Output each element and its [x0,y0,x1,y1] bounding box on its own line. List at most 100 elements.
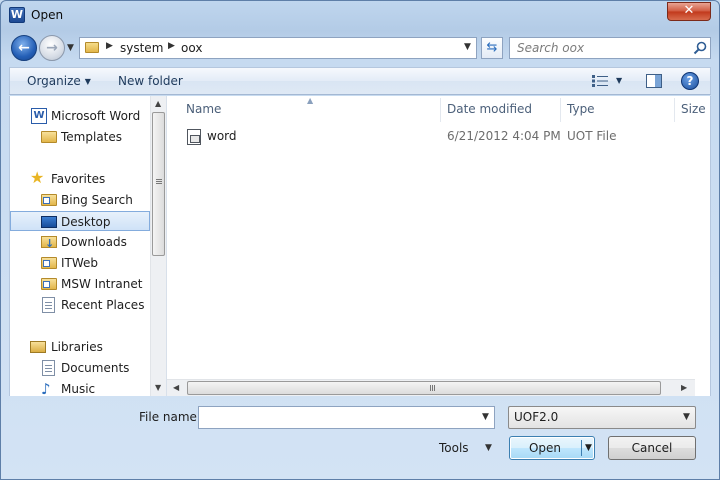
close-button[interactable]: ✕ [667,2,711,21]
breadcrumb-oox[interactable]: oox [181,41,202,55]
desktop-icon [41,216,57,228]
nav-item-label: Templates [61,130,123,144]
file-list-horizontal-scrollbar[interactable]: ◀ ▶ [167,379,695,396]
sort-ascending-icon: ▲ [307,96,314,105]
scroll-right-icon[interactable]: ▶ [681,383,687,392]
nav-pane-scrollbar[interactable]: ▲ ▼ [150,96,166,396]
file-name-label: File name: [139,410,201,424]
chevron-down-icon: ▼ [683,412,690,422]
tools-dropdown-icon[interactable]: ▼ [485,443,492,453]
nav-item-documents[interactable]: Documents [10,358,150,378]
nav-item-templates[interactable]: Templates [10,127,150,147]
nav-item-msw-intranet[interactable]: MSW Intranet [10,274,150,294]
new-folder-button[interactable]: New folder [118,74,183,88]
organize-button[interactable]: Organize ▼ [27,74,91,88]
file-type-select[interactable]: UOF2.0 ▼ [508,406,696,429]
breadcrumb-system[interactable]: system [120,41,163,55]
documents-icon [42,360,55,376]
column-header-type[interactable]: Type [567,102,595,116]
file-name-input[interactable] [199,407,475,428]
music-icon: ♪ [41,380,51,396]
file-name-combobox[interactable]: ▼ [198,406,495,429]
horizontal-scroll-thumb[interactable] [187,381,661,395]
back-arrow-icon: ← [18,40,30,56]
uot-file-icon [187,129,201,145]
nav-item-label: Downloads [61,235,127,249]
nav-item-microsoft-word[interactable]: W Microsoft Word [10,106,150,126]
nav-item-itweb[interactable]: ITWeb [10,253,150,273]
scroll-up-icon[interactable]: ▲ [155,99,161,108]
file-name-dropdown-icon[interactable]: ▼ [482,412,489,422]
nav-item-downloads[interactable]: Downloads [10,232,150,254]
column-divider[interactable] [560,98,561,122]
star-icon: ★ [30,168,45,187]
folder-icon [85,42,99,53]
nav-item-favorites[interactable]: ★ Favorites [10,169,150,189]
file-type: UOT File [567,129,617,143]
nav-scroll-thumb[interactable] [152,112,165,256]
search-box[interactable] [509,37,711,59]
link-icon [41,278,57,290]
window-title: Open [31,8,64,22]
nav-item-music[interactable]: ♪ Music [10,379,150,396]
open-options-dropdown-icon[interactable]: ▼ [585,443,592,453]
cancel-button[interactable]: Cancel [608,436,696,460]
address-bar[interactable]: ▶ system ▶ oox ▼ [79,37,477,59]
nav-item-label: Favorites [51,172,106,186]
column-header-date-modified[interactable]: Date modified [447,102,532,116]
file-row[interactable]: word 6/21/2012 4:04 PM UOT File [167,126,711,148]
view-options-dropdown[interactable]: ▼ [616,76,622,85]
nav-item-label: Recent Places [61,298,145,312]
nav-item-label: Desktop [61,215,111,229]
split-divider [581,440,582,456]
grip-icon [156,179,162,180]
nav-item-desktop[interactable]: Desktop [10,211,150,231]
link-icon [41,194,57,206]
column-header-name[interactable]: Name [186,102,221,116]
nav-item-recent-places[interactable]: Recent Places [10,295,150,315]
nav-item-label: Microsoft Word [51,109,141,123]
search-input[interactable] [510,38,686,58]
recent-pages-dropdown[interactable]: ▼ [67,43,74,53]
nav-item-libraries[interactable]: Libraries [10,337,150,357]
open-dialog: W Open ✕ ← → ▼ ▶ system ▶ oox ▼ ⇆ Search… [0,0,720,480]
help-icon[interactable]: ? [681,72,699,90]
navigation-row: ← → ▼ ▶ system ▶ oox ▼ ⇆ [1,31,719,65]
column-header-size[interactable]: Size [681,102,706,116]
navigation-pane: W Microsoft Word Templates ★ Favorites B… [9,96,167,396]
nav-item-label: MSW Intranet [61,277,143,291]
libraries-icon [30,341,46,353]
tools-button[interactable]: Tools [439,441,469,455]
preview-pane-icon[interactable] [646,74,662,88]
title-bar[interactable]: W Open ✕ [1,1,719,31]
file-name: word [207,129,237,143]
file-date-modified: 6/21/2012 4:04 PM [447,129,561,143]
link-icon [41,257,57,269]
forward-arrow-icon: → [46,40,58,56]
nav-item-label: Libraries [51,340,103,354]
address-history-dropdown[interactable]: ▼ [464,42,471,52]
column-divider[interactable] [440,98,441,122]
nav-item-bing-search[interactable]: Bing Search [10,190,150,210]
grip-icon [430,385,431,391]
scroll-down-icon[interactable]: ▼ [155,383,161,392]
column-divider[interactable] [674,98,675,122]
back-button[interactable]: ← [11,35,37,61]
open-button-label: Open [528,441,562,455]
open-button[interactable]: Open ▼ [509,436,595,460]
nav-item-label: Documents [61,361,130,375]
file-list: ▲ Name Date modified Type Size word 6/21… [167,96,711,396]
command-bar: Organize ▼ New folder ▼ ? [9,67,711,95]
chevron-down-icon: ▼ [84,77,91,86]
breadcrumb-separator-icon[interactable]: ▶ [168,41,175,51]
word-icon: W [31,108,47,124]
downloads-icon [41,234,57,254]
search-icon[interactable] [692,40,708,56]
word-app-icon: W [9,7,25,23]
nav-item-label: ITWeb [61,256,99,270]
scroll-left-icon[interactable]: ◀ [173,383,179,392]
forward-button[interactable]: → [39,35,65,61]
breadcrumb-separator-icon[interactable]: ▶ [106,41,113,51]
refresh-button[interactable]: ⇆ [481,37,503,59]
change-view-icon[interactable] [592,75,608,87]
